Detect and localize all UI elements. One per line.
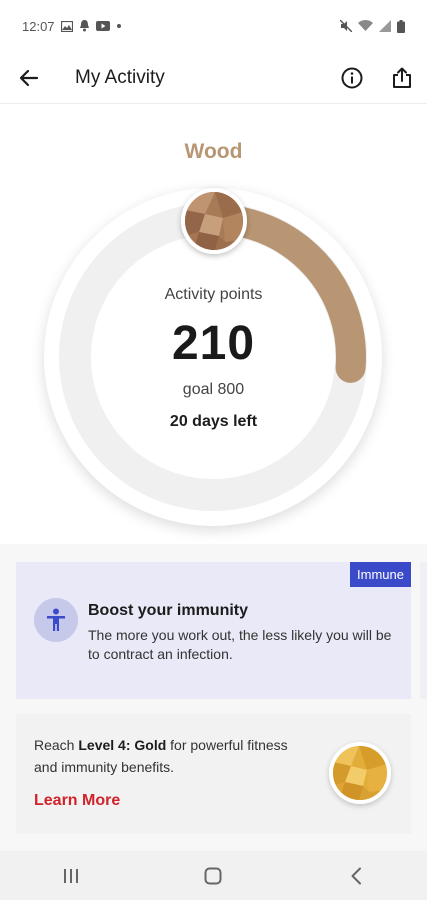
immune-tag: Immune bbox=[350, 562, 411, 587]
info-icon bbox=[341, 67, 363, 88]
immunity-description: The more you work out, the less likely y… bbox=[88, 627, 392, 662]
youtube-icon bbox=[95, 21, 110, 31]
level-section: Wood Activity points 210 goal 800 20 day… bbox=[0, 104, 427, 544]
status-bar: 12:07 bbox=[0, 0, 427, 52]
dot-icon bbox=[116, 24, 121, 28]
info-button[interactable] bbox=[327, 52, 377, 104]
level-up-text: Reach Level 4: Gold for powerful fitness… bbox=[34, 734, 304, 778]
system-nav-bar bbox=[0, 851, 427, 900]
status-left: 12:07 bbox=[22, 19, 122, 34]
mute-icon bbox=[340, 20, 352, 32]
back-icon bbox=[351, 867, 361, 884]
activity-points-value: 210 bbox=[171, 317, 256, 370]
share-icon bbox=[393, 67, 411, 88]
system-back-button[interactable] bbox=[316, 851, 396, 900]
next-card-peek[interactable] bbox=[420, 562, 427, 699]
recent-apps-icon bbox=[64, 868, 79, 883]
level-name: Wood bbox=[184, 140, 243, 163]
signal-icon bbox=[379, 20, 391, 32]
immunity-card[interactable]: Immune Boost your immunity The more you … bbox=[16, 562, 411, 699]
immunity-icon-badge bbox=[34, 598, 78, 642]
app-bar: My Activity bbox=[0, 52, 427, 104]
level-up-prefix: Reach bbox=[34, 737, 79, 753]
person-icon bbox=[47, 608, 65, 631]
share-button[interactable] bbox=[377, 52, 427, 104]
level-up-level: Level 4: Gold bbox=[78, 737, 167, 753]
wood-medal-icon bbox=[181, 188, 247, 254]
goal-text: goal 800 bbox=[182, 381, 245, 398]
home-icon bbox=[204, 867, 222, 884]
days-left-text: 20 days left bbox=[169, 413, 258, 430]
home-button[interactable] bbox=[173, 851, 253, 900]
gold-medal-icon bbox=[329, 742, 391, 804]
back-arrow-icon bbox=[19, 69, 39, 86]
learn-more-link[interactable]: Learn More bbox=[34, 792, 120, 810]
level-up-card: Reach Level 4: Gold for powerful fitness… bbox=[16, 714, 411, 834]
status-time: 12:07 bbox=[22, 18, 55, 34]
notification-icon bbox=[79, 20, 89, 32]
activity-points-label: Activity points bbox=[164, 286, 263, 303]
page-title: My Activity bbox=[75, 66, 165, 88]
battery-icon bbox=[397, 19, 405, 33]
status-right bbox=[340, 19, 405, 33]
wifi-icon bbox=[358, 20, 373, 31]
recent-apps-button[interactable] bbox=[31, 851, 111, 900]
immunity-title: Boost your immunity bbox=[88, 602, 249, 619]
back-button[interactable] bbox=[0, 52, 58, 104]
image-icon bbox=[60, 20, 73, 32]
